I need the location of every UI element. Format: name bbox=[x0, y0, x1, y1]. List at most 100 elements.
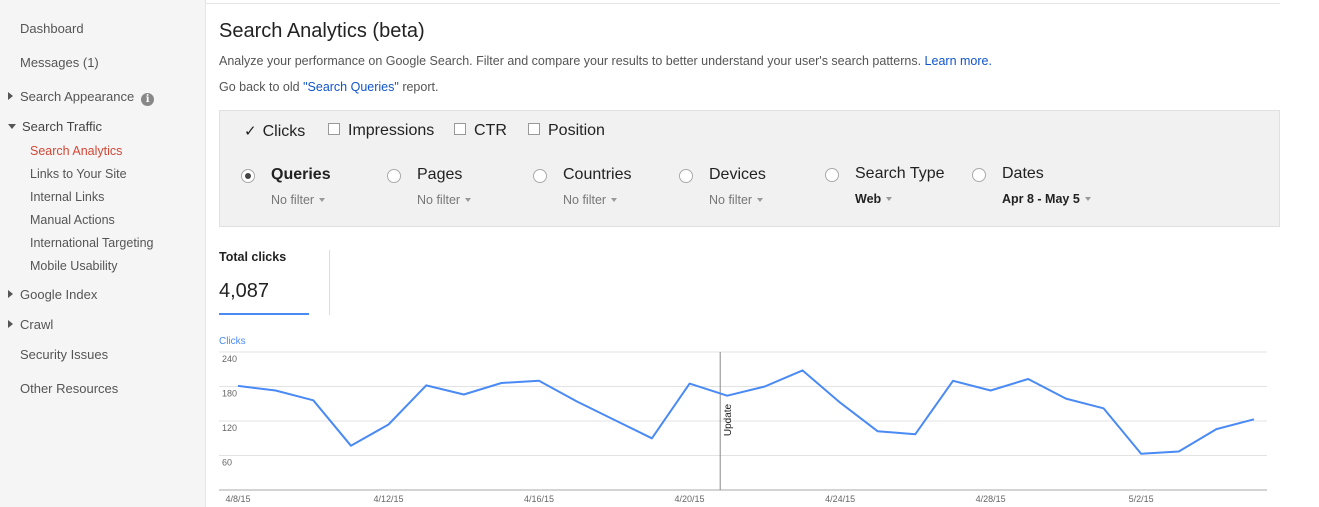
caret-down-icon bbox=[465, 198, 472, 202]
pages-filter-dropdown[interactable]: No filter bbox=[417, 193, 472, 207]
data-point bbox=[1027, 378, 1029, 380]
radio[interactable] bbox=[679, 169, 693, 183]
dimension-label: Devices bbox=[709, 166, 766, 183]
data-point bbox=[1102, 407, 1104, 409]
checkbox[interactable] bbox=[454, 123, 466, 135]
data-point bbox=[877, 430, 879, 432]
data-point bbox=[764, 386, 766, 388]
sidebar-item-other-resources[interactable]: Other Resources bbox=[20, 381, 118, 396]
dimension-label: Pages bbox=[417, 166, 463, 183]
caret-down-icon bbox=[611, 198, 618, 202]
x-tick-label: 5/2/15 bbox=[1129, 494, 1154, 504]
x-tick-label: 4/24/15 bbox=[825, 494, 855, 504]
sidebar-item-internal-links[interactable]: Internal Links bbox=[30, 190, 104, 204]
sidebar-item-search-analytics[interactable]: Search Analytics bbox=[30, 144, 122, 158]
data-point bbox=[689, 383, 691, 385]
radio[interactable] bbox=[387, 169, 401, 183]
page-title: Search Analytics (beta) bbox=[219, 20, 425, 42]
learn-more-link[interactable]: Learn more. bbox=[925, 54, 992, 68]
x-tick-label: 4/20/15 bbox=[675, 494, 705, 504]
sidebar-item-security-issues[interactable]: Security Issues bbox=[20, 347, 108, 362]
data-point bbox=[1178, 450, 1180, 452]
expand-triangle-icon bbox=[8, 290, 13, 298]
clicks-metric-toggle[interactable]: ✓ Clicks bbox=[244, 122, 305, 141]
countries-filter-dropdown[interactable]: No filter bbox=[563, 193, 618, 207]
filter-label: No filter bbox=[417, 193, 461, 207]
data-point bbox=[914, 433, 916, 435]
dimension-devices[interactable]: Devices No filter bbox=[679, 166, 799, 216]
dimensions-bar: Queries No filter Pages No filter Countr… bbox=[219, 150, 1280, 227]
checkbox[interactable] bbox=[528, 123, 540, 135]
annotation-label: Update bbox=[723, 403, 734, 436]
dimension-queries[interactable]: Queries No filter bbox=[241, 166, 361, 216]
radio[interactable] bbox=[533, 169, 547, 183]
data-point bbox=[801, 369, 803, 371]
dates-dropdown[interactable]: Apr 8 - May 5 bbox=[1002, 192, 1091, 206]
y-axis-label: Clicks bbox=[219, 336, 246, 347]
data-point bbox=[425, 384, 427, 386]
dimension-pages[interactable]: Pages No filter bbox=[387, 166, 507, 216]
dimension-search-type[interactable]: Search Type Web bbox=[825, 165, 955, 215]
metric-label: CTR bbox=[474, 122, 507, 139]
old-report-suffix: report. bbox=[402, 80, 439, 94]
sidebar-item-label: Search Traffic bbox=[22, 119, 102, 134]
checkbox[interactable] bbox=[328, 123, 340, 135]
expand-triangle-icon bbox=[8, 92, 13, 100]
x-tick-label: 4/16/15 bbox=[524, 494, 554, 504]
sidebar-item-international-targeting[interactable]: International Targeting bbox=[30, 236, 153, 250]
devices-filter-dropdown[interactable]: No filter bbox=[709, 193, 764, 207]
data-point bbox=[990, 390, 992, 392]
total-clicks-card[interactable]: Total clicks 4,087 bbox=[219, 250, 309, 315]
sidebar-item-label: Search Appearance bbox=[20, 89, 135, 104]
data-point bbox=[1253, 418, 1255, 420]
caret-down-icon bbox=[319, 198, 326, 202]
sidebar-item-search-appearance[interactable]: Search Appearance i bbox=[8, 89, 155, 106]
chart-annotations: Update bbox=[719, 352, 734, 490]
sidebar-item-manual-actions[interactable]: Manual Actions bbox=[30, 213, 115, 227]
metrics-bar: ✓ Clicks Impressions CTR Position bbox=[219, 110, 1280, 151]
metric-label: Impressions bbox=[348, 122, 435, 139]
sidebar-item-google-index[interactable]: Google Index bbox=[8, 287, 97, 302]
sidebar-item-dashboard[interactable]: Dashboard bbox=[20, 21, 84, 36]
data-point bbox=[952, 380, 954, 382]
sidebar-item-messages[interactable]: Messages (1) bbox=[20, 55, 99, 70]
series-line-clicks bbox=[237, 369, 1255, 455]
chart-gridlines bbox=[219, 351, 1267, 456]
search-type-dropdown[interactable]: Web bbox=[855, 192, 893, 206]
data-point bbox=[275, 390, 277, 392]
radio[interactable] bbox=[972, 168, 986, 182]
checkmark-icon: ✓ bbox=[244, 123, 257, 140]
page-description: Analyze your performance on Google Searc… bbox=[219, 54, 992, 68]
collapse-triangle-icon bbox=[8, 124, 16, 129]
sidebar: Dashboard Messages (1) Search Appearance… bbox=[0, 0, 206, 507]
dimension-dates[interactable]: Dates Apr 8 - May 5 bbox=[972, 165, 1122, 215]
sidebar-item-crawl[interactable]: Crawl bbox=[8, 317, 53, 332]
data-point bbox=[651, 437, 653, 439]
filter-label: No filter bbox=[709, 193, 753, 207]
caret-down-icon bbox=[1084, 197, 1091, 201]
data-point bbox=[613, 419, 615, 421]
sidebar-item-label: Google Index bbox=[20, 287, 98, 302]
position-metric-toggle[interactable]: Position bbox=[528, 122, 605, 140]
caret-down-icon bbox=[757, 198, 764, 202]
dimension-countries[interactable]: Countries No filter bbox=[533, 166, 653, 216]
sidebar-item-search-traffic[interactable]: Search Traffic bbox=[8, 119, 102, 134]
sidebar-item-label: Crawl bbox=[20, 317, 54, 332]
data-point bbox=[1140, 453, 1142, 455]
total-clicks-label: Total clicks bbox=[219, 250, 287, 264]
sidebar-item-mobile-usability[interactable]: Mobile Usability bbox=[30, 259, 118, 273]
ctr-metric-toggle[interactable]: CTR bbox=[454, 122, 507, 140]
impressions-metric-toggle[interactable]: Impressions bbox=[328, 122, 434, 140]
radio[interactable] bbox=[825, 168, 839, 182]
old-search-queries-link[interactable]: "Search Queries" bbox=[303, 80, 399, 94]
data-point bbox=[726, 395, 728, 397]
radio-selected[interactable] bbox=[241, 169, 255, 183]
data-point bbox=[1215, 428, 1217, 430]
filter-label: No filter bbox=[271, 193, 315, 207]
sidebar-item-links-to-your-site[interactable]: Links to Your Site bbox=[30, 167, 127, 181]
data-point bbox=[1065, 398, 1067, 400]
filter-label: Web bbox=[855, 192, 882, 206]
search-console-app: Dashboard Messages (1) Search Appearance… bbox=[0, 0, 1319, 507]
queries-filter-dropdown[interactable]: No filter bbox=[271, 193, 326, 207]
info-icon[interactable]: i bbox=[141, 93, 155, 106]
